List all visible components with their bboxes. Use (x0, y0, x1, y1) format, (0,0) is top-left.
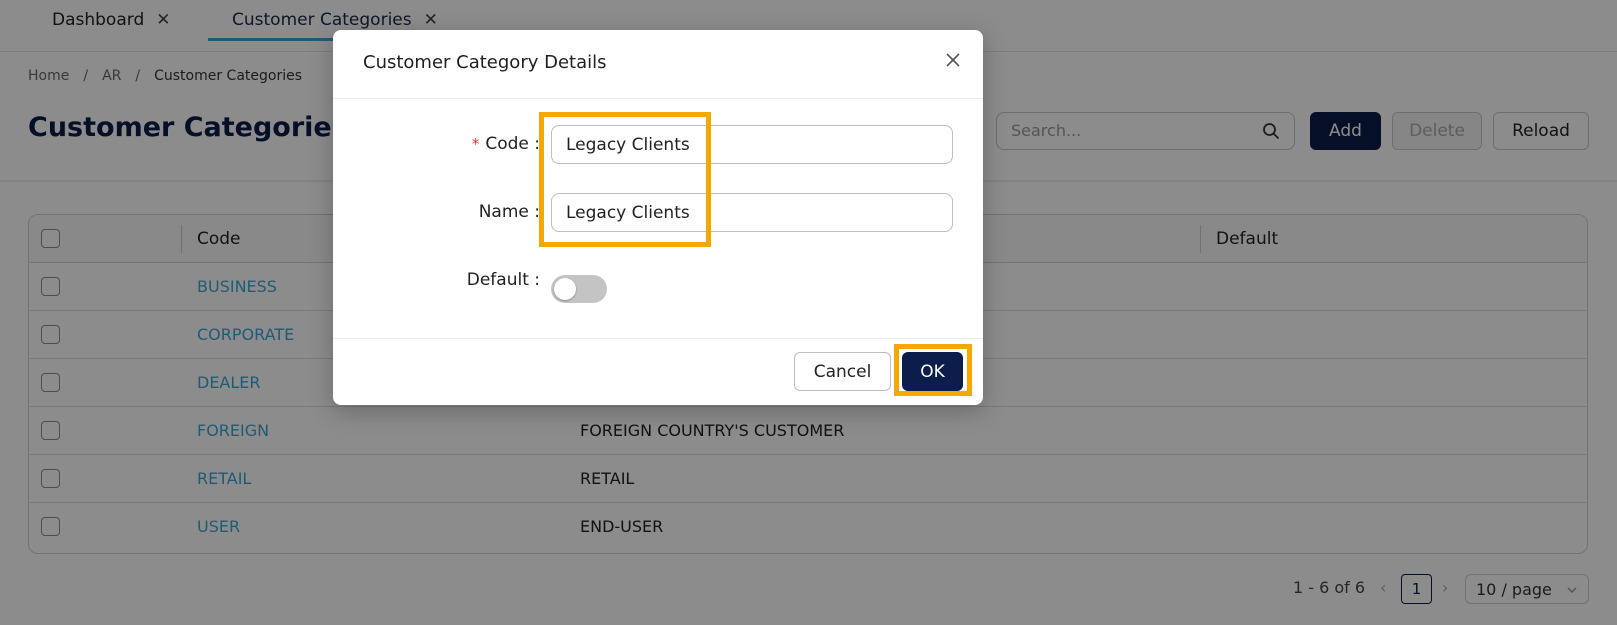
close-icon[interactable] (945, 52, 961, 72)
default-label: Default : (466, 270, 540, 290)
code-label-text: Code : (485, 134, 540, 154)
required-marker: * (471, 135, 480, 153)
ok-button[interactable]: OK (902, 352, 963, 391)
customer-category-dialog: Customer Category Details * Code : Name :… (333, 30, 983, 405)
dialog-header: Customer Category Details (333, 30, 983, 99)
default-toggle[interactable] (551, 275, 607, 303)
dialog-title: Customer Category Details (363, 52, 607, 73)
name-label: Name : (478, 202, 540, 222)
code-field[interactable] (551, 125, 953, 164)
code-label: * Code : (340, 134, 540, 154)
toggle-knob (554, 278, 576, 300)
name-field[interactable] (551, 193, 953, 232)
cancel-button[interactable]: Cancel (794, 352, 891, 391)
